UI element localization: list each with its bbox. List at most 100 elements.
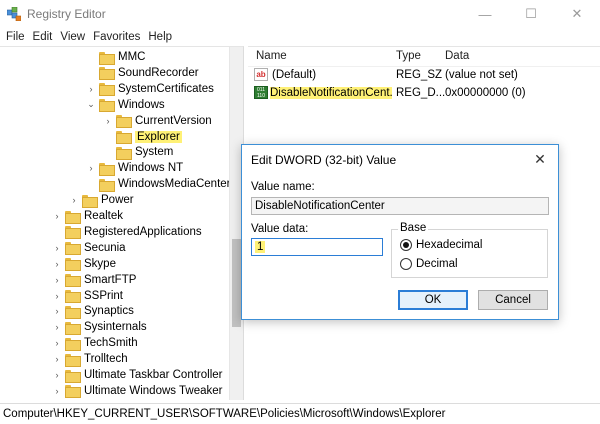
chevron-right-icon[interactable]: ›: [86, 84, 96, 94]
folder-icon: [65, 258, 81, 272]
value-data: (value not set): [445, 69, 518, 81]
chevron-right-icon[interactable]: ›: [52, 370, 62, 380]
folder-icon: [99, 99, 115, 113]
chevron-right-icon[interactable]: ›: [52, 306, 62, 316]
value-row-disablenotificationcenter[interactable]: 011 110 DisableNotificationCent... REG_D…: [248, 85, 600, 102]
column-header-type[interactable]: Type: [396, 50, 421, 62]
tree-item-windows[interactable]: ⌄ Windows: [86, 97, 165, 113]
folder-icon: [99, 67, 115, 81]
tree-item-label: Realtek: [84, 210, 123, 222]
title-bar: Registry Editor — ☐ ✕: [0, 0, 600, 28]
tree-item-secunia[interactable]: › Secunia: [52, 240, 126, 256]
hexadecimal-option[interactable]: Hexadecimal: [400, 239, 482, 251]
tree-item-explorer[interactable]: Explorer: [103, 129, 182, 145]
chevron-right-icon[interactable]: ›: [52, 243, 62, 253]
chevron-right-icon[interactable]: ›: [69, 195, 79, 205]
tree-item-realtek[interactable]: › Realtek: [52, 208, 123, 224]
chevron-right-icon[interactable]: ›: [52, 259, 62, 269]
menu-edit[interactable]: Edit: [29, 31, 57, 43]
chevron-right-icon[interactable]: ›: [52, 322, 62, 332]
tree-item-sysinternals[interactable]: › Sysinternals: [52, 319, 147, 335]
dialog-close-button[interactable]: ✕: [528, 149, 552, 169]
no-expander: [86, 52, 96, 62]
value-type: REG_SZ: [396, 69, 443, 81]
no-expander: [52, 227, 62, 237]
tree-item-windowsmediacenter[interactable]: WindowsMediaCenter: [86, 176, 231, 192]
menu-bar: File Edit View Favorites Help: [0, 28, 600, 46]
chevron-right-icon[interactable]: ›: [52, 291, 62, 301]
tree-item-ssprint[interactable]: › SSPrint: [52, 288, 123, 304]
folder-icon: [65, 337, 81, 351]
tree-item-label: RegisteredApplications: [84, 225, 202, 238]
base-label: Base: [398, 222, 429, 234]
chevron-right-icon[interactable]: ›: [52, 386, 62, 396]
menu-file[interactable]: File: [2, 31, 29, 43]
status-path: Computer\HKEY_CURRENT_USER\SOFTWARE\Poli…: [3, 408, 446, 420]
tree-item-registeredapplications[interactable]: RegisteredApplications: [52, 224, 202, 240]
edit-dword-dialog: Edit DWORD (32-bit) Value ✕ Value name: …: [241, 144, 559, 320]
tree-item-label: Sysinternals: [84, 321, 147, 334]
tree-item-system[interactable]: System: [103, 144, 173, 160]
tree-item-label: TechSmith: [84, 337, 138, 350]
key-tree[interactable]: MMC SoundRecorder › SystemCertificates ⌄ Wind…: [0, 46, 244, 400]
value-data-label: Value data:: [251, 223, 309, 235]
tree-item-label: Windows NT: [118, 162, 184, 175]
value-data-input[interactable]: 1: [251, 238, 383, 256]
tree-item-power[interactable]: › Power: [69, 192, 134, 208]
decimal-option[interactable]: Decimal: [400, 258, 458, 270]
close-button[interactable]: ✕: [554, 0, 600, 28]
chevron-right-icon[interactable]: ›: [52, 211, 62, 221]
chevron-right-icon[interactable]: ›: [52, 354, 62, 364]
base-group: Base Hexadecimal Decimal: [391, 222, 548, 278]
no-expander: [103, 132, 113, 142]
decimal-radio[interactable]: [400, 258, 412, 270]
tree-item-label: SSPrint: [84, 289, 123, 302]
menu-help[interactable]: Help: [144, 31, 176, 43]
tree-item-label: SmartFTP: [84, 273, 137, 286]
cancel-button[interactable]: Cancel: [478, 290, 548, 310]
minimize-button[interactable]: —: [462, 0, 508, 28]
value-name-label: Value name:: [251, 181, 315, 193]
tree-item-ultimate-taskbar-controller[interactable]: › Ultimate Taskbar Controller: [52, 367, 222, 383]
ok-button[interactable]: OK: [398, 290, 468, 310]
tree-item-label: SystemCertificates: [118, 82, 214, 95]
value-data: 0x00000000 (0): [445, 87, 526, 99]
tree-item-label: Synaptics: [84, 305, 134, 318]
tree-item-systemcertificates[interactable]: › SystemCertificates: [86, 81, 214, 97]
value-data-text: 1: [255, 241, 266, 253]
menu-view[interactable]: View: [56, 31, 89, 43]
folder-icon: [65, 305, 81, 319]
chevron-right-icon[interactable]: ›: [103, 116, 113, 126]
maximize-button[interactable]: ☐: [508, 0, 554, 28]
tree-item-ultimate-windows-tweaker[interactable]: › Ultimate Windows Tweaker: [52, 383, 222, 399]
tree-item-soundrecorder[interactable]: SoundRecorder: [86, 65, 199, 81]
chevron-down-icon[interactable]: ⌄: [86, 99, 96, 110]
folder-icon: [116, 115, 132, 129]
tree-item-skype[interactable]: › Skype: [52, 256, 116, 272]
chevron-right-icon[interactable]: ›: [86, 163, 96, 173]
value-row-default[interactable]: ab (Default) REG_SZ (value not set): [248, 67, 600, 84]
tree-item-currentversion[interactable]: › CurrentVersion: [103, 113, 212, 129]
chevron-right-icon[interactable]: ›: [52, 338, 62, 348]
value-name: (Default): [272, 69, 317, 81]
tree-item-trolltech[interactable]: › Trolltech: [52, 351, 128, 367]
column-header-data[interactable]: Data: [445, 50, 469, 62]
tree-item-techsmith[interactable]: › TechSmith: [52, 335, 138, 351]
folder-icon: [65, 226, 81, 240]
folder-icon: [82, 194, 98, 208]
hexadecimal-radio[interactable]: [400, 239, 412, 251]
value-name-field: DisableNotificationCenter: [251, 197, 549, 215]
window-controls: — ☐ ✕: [462, 0, 600, 28]
chevron-right-icon[interactable]: ›: [52, 275, 62, 285]
tree-item-smartftp[interactable]: › SmartFTP: [52, 272, 136, 288]
tree-item-label: SoundRecorder: [118, 66, 199, 79]
tree-item-windows-nt[interactable]: › Windows NT: [86, 160, 183, 176]
tree-item-label: Explorer: [135, 130, 182, 143]
tree-item-synaptics[interactable]: › Synaptics: [52, 303, 134, 319]
folder-icon: [65, 369, 81, 383]
tree-item-mmc[interactable]: MMC: [86, 49, 145, 65]
menu-favorites[interactable]: Favorites: [89, 31, 144, 43]
tree-item-label: Skype: [84, 257, 116, 270]
tree-scrollbar-thumb[interactable]: [232, 239, 241, 327]
column-header-name[interactable]: Name: [256, 50, 287, 62]
